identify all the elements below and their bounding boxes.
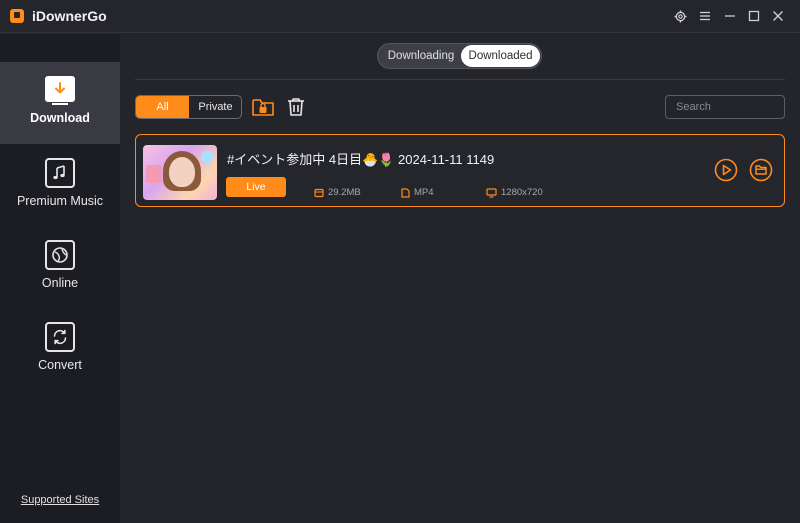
- sidebar-item-premium-music[interactable]: Premium Music: [0, 144, 120, 226]
- sidebar-item-label: Download: [30, 111, 90, 125]
- sidebar: Download Premium Music Online Convert Su…: [0, 34, 120, 523]
- live-badge: Live: [226, 177, 286, 197]
- file-size-meta: 29.2MB: [314, 187, 361, 198]
- video-thumbnail[interactable]: [143, 145, 217, 200]
- resolution: 1280x720: [501, 187, 543, 198]
- settings-gear-icon[interactable]: [669, 6, 691, 26]
- tab-downloaded[interactable]: Downloaded: [461, 45, 540, 67]
- sidebar-item-label: Online: [41, 276, 79, 290]
- download-status-tabs: Downloading Downloaded: [377, 43, 542, 69]
- app-title: iDownerGo: [32, 8, 107, 24]
- item-title: #イベント参加中 4日目🐣🌷 2024-11-11 1149: [227, 152, 495, 167]
- app-logo-icon: [10, 9, 24, 23]
- music-note-icon: [45, 158, 75, 188]
- file-format-icon: [401, 187, 410, 198]
- play-icon[interactable]: [714, 158, 738, 182]
- minimize-icon[interactable]: [719, 6, 741, 26]
- sidebar-item-download[interactable]: Download: [0, 62, 120, 144]
- globe-icon: [45, 240, 75, 270]
- file-size: 29.2MB: [328, 187, 361, 198]
- download-icon: [45, 76, 75, 102]
- title-bar: iDownerGo: [0, 0, 800, 33]
- thumbnail-sticker: [146, 165, 162, 183]
- app-window: iDownerGo Download Premium Music Online …: [0, 0, 800, 523]
- open-folder-icon[interactable]: [749, 158, 773, 182]
- convert-icon: [45, 322, 75, 352]
- filter-private-button[interactable]: Private: [189, 96, 241, 118]
- close-icon[interactable]: [767, 6, 789, 26]
- thumbnail-sticker: [201, 151, 213, 163]
- maximize-icon[interactable]: [743, 6, 765, 26]
- sidebar-item-label: Premium Music: [16, 194, 104, 208]
- supported-sites-link[interactable]: Supported Sites: [0, 494, 120, 506]
- filter-toggle: All Private: [135, 95, 242, 119]
- search-input[interactable]: [665, 95, 785, 119]
- divider: [135, 79, 785, 80]
- file-size-icon: [314, 188, 324, 197]
- sidebar-item-online[interactable]: Online: [0, 226, 120, 308]
- thumbnail-face: [169, 157, 195, 187]
- menu-icon[interactable]: [694, 6, 716, 26]
- download-icon-stand: [52, 103, 68, 105]
- downloaded-item-card[interactable]: #イベント参加中 4日目🐣🌷 2024-11-11 1149 Live 29.2…: [135, 134, 785, 207]
- sidebar-item-convert[interactable]: Convert: [0, 308, 120, 390]
- filter-all-button[interactable]: All: [136, 96, 189, 118]
- resolution-meta: 1280x720: [486, 187, 543, 198]
- monitor-icon: [486, 187, 497, 198]
- file-format-meta: MP4: [401, 187, 434, 198]
- tab-downloading[interactable]: Downloading: [381, 45, 461, 67]
- sidebar-item-label: Convert: [38, 358, 82, 372]
- private-folder-lock-icon[interactable]: [251, 96, 274, 118]
- file-format: MP4: [414, 187, 434, 198]
- trash-icon[interactable]: [286, 96, 308, 118]
